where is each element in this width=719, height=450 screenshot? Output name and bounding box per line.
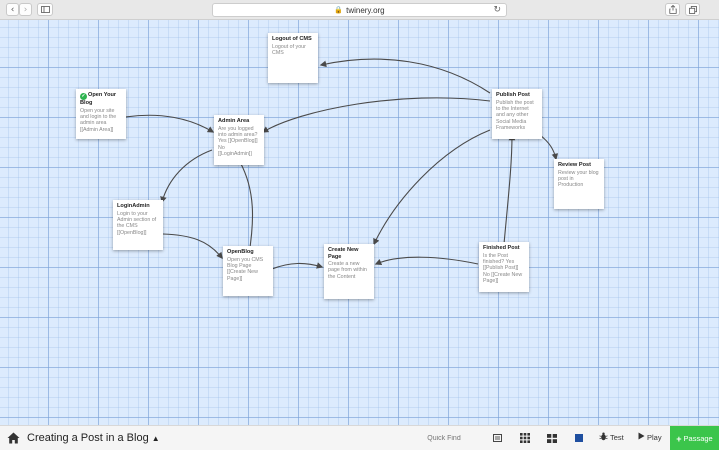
passage-title-row: ✓ Open Your Blog: [80, 92, 122, 107]
lock-icon: 🔒: [334, 7, 344, 14]
browser-toolbar: ‹ › 🔒 twinery.org ↻: [0, 0, 719, 20]
passage-open-your-blog[interactable]: ✓ Open Your Blog Open your site and login…: [76, 89, 126, 139]
passage-create-new-page[interactable]: Create New Page Create a new page from w…: [324, 244, 374, 299]
forward-button[interactable]: ›: [19, 3, 32, 16]
passage-publish-post[interactable]: Publish Post Publish the post to the Int…: [492, 89, 542, 139]
passage-excerpt: Create a new page from within the Conten…: [328, 261, 367, 280]
passage-logout-of-cms[interactable]: Logout of CMS Logout of your CMS: [268, 33, 318, 83]
link-publish-post-to-logout: [319, 58, 491, 94]
passage-excerpt: Logout of your CMS: [272, 43, 306, 56]
caret-up-icon: ▲: [151, 434, 160, 443]
link-open-blog-to-admin-area: [125, 114, 215, 133]
passage-admin-area[interactable]: Admin Area Are you logged into admin are…: [214, 115, 264, 165]
link-loginadmin-to-openblog: [162, 233, 223, 260]
zoom-medium-button[interactable]: [545, 432, 559, 444]
grid-small-icon: [520, 433, 530, 443]
address-bar[interactable]: 🔒 twinery.org ↻: [212, 3, 507, 17]
story-title-menu[interactable]: Creating a Post in a Blog ▲: [27, 432, 160, 444]
grid-medium-icon: [547, 433, 557, 443]
link-finished-post-to-publish-post: [503, 133, 516, 245]
passage-title: OpenBlog: [227, 249, 254, 255]
passage-title: Logout of CMS: [272, 36, 312, 42]
zoom-large-button[interactable]: [572, 432, 586, 444]
plus-icon: +: [676, 433, 682, 444]
tabs-icon: [688, 5, 697, 14]
zoom-small-button[interactable]: [518, 432, 532, 444]
link-openblog-to-create-new-page: [271, 262, 324, 270]
passage-openblog[interactable]: OpenBlog Open you CMS Blog Page [[Create…: [223, 246, 273, 296]
passage-excerpt: Review your blog post in Production: [558, 169, 599, 189]
url-text: twinery.org: [346, 5, 385, 15]
passage-excerpt: Open you CMS Blog Page [[Create New Page…: [227, 256, 264, 282]
link-finished-post-to-create-new-page: [374, 256, 479, 266]
square-icon: [575, 434, 583, 442]
passage-title: Finished Post: [483, 245, 520, 251]
passage-excerpt: Are you logged into admin area? Yes [[Op…: [218, 125, 258, 158]
passage-title: Admin Area: [218, 118, 250, 124]
test-label: Test: [610, 433, 624, 442]
share-icon: [668, 5, 677, 14]
home-icon[interactable]: [7, 432, 20, 444]
link-publish-post-to-create-new-page: [373, 129, 491, 246]
story-details-button[interactable]: [490, 432, 504, 444]
passage-title: Publish Post: [496, 92, 530, 98]
story-title: Creating a Post in a Blog: [27, 432, 149, 444]
passage-excerpt: Open your site and login to the admin ar…: [80, 107, 117, 133]
share-button[interactable]: [665, 3, 680, 16]
passage-review-post[interactable]: Review Post Review your blog post in Pro…: [554, 159, 604, 209]
reload-icon[interactable]: ↻: [493, 5, 501, 15]
passage-excerpt: Login to your Admin section of the CMS […: [117, 210, 157, 236]
play-button[interactable]: Play: [638, 432, 662, 442]
play-label: Play: [647, 432, 662, 442]
quick-find-input[interactable]: [412, 430, 476, 446]
passage-excerpt: Is the Post finished? Yes [[Publish Post…: [483, 252, 523, 285]
add-passage-label: Passage: [683, 434, 713, 443]
bug-icon: [599, 432, 608, 443]
play-icon: [638, 432, 645, 442]
sidebar-icon: [40, 6, 50, 13]
passage-title: Create New Page: [328, 247, 359, 260]
link-publish-post-to-admin-area: [261, 97, 491, 133]
story-map[interactable]: Logout of CMS Logout of your CMS ✓ Open Y…: [0, 20, 719, 425]
passage-finished-post[interactable]: Finished Post Is the Post finished? Yes …: [479, 242, 529, 292]
story-details-icon: [492, 434, 502, 442]
passage-excerpt: Publish the post to the Internet and any…: [496, 99, 534, 132]
passage-links: [125, 58, 559, 270]
link-admin-area-to-loginadmin: [160, 149, 213, 204]
check-circle-icon: ✓: [80, 93, 87, 100]
passage-title: LoginAdmin: [117, 203, 150, 209]
link-publish-post-to-review-post: [539, 134, 559, 161]
passage-loginadmin[interactable]: LoginAdmin Login to your Admin section o…: [113, 200, 163, 250]
sidebar-toggle-button[interactable]: [37, 3, 53, 16]
test-button[interactable]: Test: [599, 432, 624, 443]
add-passage-button[interactable]: + Passage: [670, 426, 719, 450]
story-toolbar: Creating a Post in a Blog▲ Test Play + P…: [0, 425, 719, 450]
tabs-button[interactable]: [685, 3, 700, 16]
passage-title: Review Post: [558, 162, 591, 168]
back-button[interactable]: ‹: [6, 3, 19, 16]
